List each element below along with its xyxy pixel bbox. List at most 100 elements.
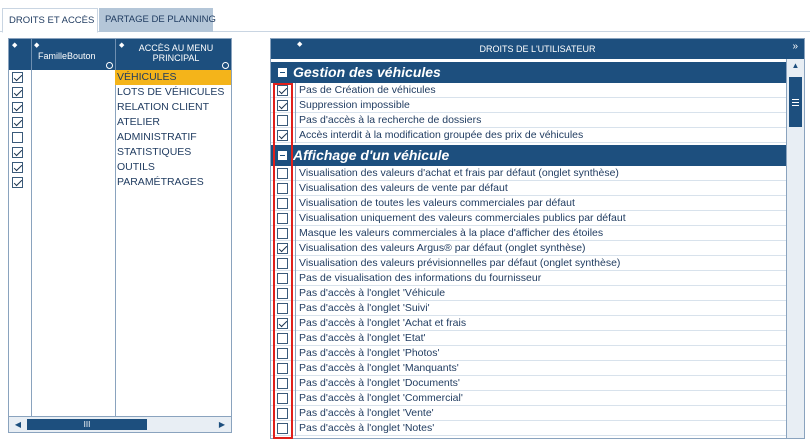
right-checkbox[interactable]	[277, 100, 288, 111]
menu-row-vehicules[interactable]: VÉHICULES	[9, 70, 231, 85]
menu-row-label: OUTILS	[117, 161, 155, 173]
section-header-affichage-dun-vehicule[interactable]: Affichage d'un véhicule	[271, 145, 786, 166]
checkbox-column-header[interactable]: ◆	[9, 39, 31, 70]
cell-divider	[295, 98, 296, 113]
tab-droits-et-acces[interactable]: DROITS ET ACCÈS	[2, 8, 98, 33]
right-checkbox[interactable]	[277, 378, 288, 389]
right-checkbox[interactable]	[277, 288, 288, 299]
menu-access-grid-body: VÉHICULES LOTS DE VÉHICULES RELATION CLI…	[9, 70, 231, 416]
horizontal-scrollbar[interactable]: ◀ III ▶	[9, 416, 231, 432]
right-row[interactable]: Visualisation de toutes les valeurs comm…	[271, 196, 786, 211]
right-checkbox[interactable]	[277, 213, 288, 224]
right-row[interactable]: Pas d'accès à l'onglet 'Documents'	[271, 376, 786, 391]
menu-row-outils[interactable]: OUTILS	[9, 160, 231, 175]
menu-row-checkbox[interactable]	[12, 147, 23, 158]
vertical-scrollbar[interactable]: ▲	[786, 59, 804, 438]
right-label: Pas d'accès à l'onglet 'Véhicule	[299, 287, 446, 299]
right-checkbox[interactable]	[277, 115, 288, 126]
filter-search-icon[interactable]	[222, 62, 229, 69]
right-row[interactable]: Pas d'accès à l'onglet 'Etat'	[271, 331, 786, 346]
right-row[interactable]: Masque les valeurs commerciales à la pla…	[271, 226, 786, 241]
cell-divider	[295, 166, 296, 181]
right-label: Visualisation des valeurs Argus® par déf…	[299, 242, 586, 254]
right-label: Visualisation des valeurs de vente par d…	[299, 182, 508, 194]
right-row[interactable]: Pas d'accès à l'onglet 'Achat et frais	[271, 316, 786, 331]
right-row[interactable]: Pas d'accès à l'onglet 'Suivi'	[271, 301, 786, 316]
menu-row-atelier[interactable]: ATELIER	[9, 115, 231, 130]
sort-icon[interactable]: ◆	[34, 41, 39, 49]
right-checkbox[interactable]	[277, 258, 288, 269]
page: DROITS ET ACCÈS PARTAGE DE PLANNING ◆ ◆ …	[0, 0, 810, 439]
right-row[interactable]: Suppression impossible	[271, 98, 786, 113]
right-row[interactable]: Pas d'accès à la recherche de dossiers	[271, 113, 786, 128]
right-row[interactable]: Visualisation des valeurs de vente par d…	[271, 181, 786, 196]
menu-row-checkbox[interactable]	[12, 72, 23, 83]
right-row[interactable]: Visualisation uniquement des valeurs com…	[271, 211, 786, 226]
menu-row-checkbox[interactable]	[12, 162, 23, 173]
right-checkbox[interactable]	[277, 423, 288, 434]
right-row[interactable]: Visualisation des valeurs prévisionnelle…	[271, 256, 786, 271]
right-checkbox[interactable]	[277, 348, 288, 359]
section-title: Affichage d'un véhicule	[293, 147, 450, 163]
right-row[interactable]: Pas d'accès à l'onglet 'Véhicule	[271, 286, 786, 301]
right-label: Pas d'accès à l'onglet 'Commercial'	[299, 392, 463, 404]
cell-divider	[295, 241, 296, 256]
famille-bouton-column-header[interactable]: ◆ FamilleBouton	[31, 39, 115, 70]
collapse-section-icon[interactable]	[278, 151, 287, 160]
right-checkbox[interactable]	[277, 273, 288, 284]
right-label: Pas d'accès à la recherche de dossiers	[299, 114, 482, 126]
menu-row-checkbox[interactable]	[12, 177, 23, 188]
collapse-all-icon[interactable]: »	[792, 41, 798, 52]
menu-row-checkbox[interactable]	[12, 102, 23, 113]
menu-row-administratif[interactable]: ADMINISTRATIF	[9, 130, 231, 145]
scroll-left-icon[interactable]: ◀	[11, 418, 25, 431]
right-checkbox[interactable]	[277, 363, 288, 374]
right-checkbox[interactable]	[277, 303, 288, 314]
menu-row-lots-de-vehicules[interactable]: LOTS DE VÉHICULES	[9, 85, 231, 100]
menu-row-parametrages[interactable]: PARAMÉTRAGES	[9, 175, 231, 190]
right-checkbox[interactable]	[277, 183, 288, 194]
right-row[interactable]: Pas de visualisation des informations du…	[271, 271, 786, 286]
right-checkbox[interactable]	[277, 228, 288, 239]
acces-menu-column-header[interactable]: ◆ ACCÈS AU MENU PRINCIPAL	[115, 39, 231, 70]
right-row[interactable]: Accès interdit à la modification groupée…	[271, 128, 786, 143]
right-checkbox[interactable]	[277, 393, 288, 404]
right-row[interactable]: Pas d'accès à l'onglet 'Vente'	[271, 406, 786, 421]
filter-search-icon[interactable]	[106, 62, 113, 69]
menu-row-checkbox[interactable]	[12, 132, 23, 143]
right-checkbox[interactable]	[277, 130, 288, 141]
right-checkbox[interactable]	[277, 85, 288, 96]
right-row[interactable]: Visualisation des valeurs Argus® par déf…	[271, 241, 786, 256]
right-row[interactable]: Visualisation des valeurs d'achat et fra…	[271, 166, 786, 181]
sort-icon[interactable]: ◆	[119, 41, 124, 49]
menu-row-label: VÉHICULES	[117, 71, 177, 83]
tab-partage-de-planning[interactable]: PARTAGE DE PLANNING	[99, 8, 216, 32]
right-row[interactable]: Pas d'accès à l'onglet 'Notes'	[271, 421, 786, 436]
sort-icon[interactable]: ◆	[12, 41, 17, 49]
right-checkbox[interactable]	[277, 318, 288, 329]
menu-row-checkbox[interactable]	[12, 87, 23, 98]
scroll-right-icon[interactable]: ▶	[215, 418, 229, 431]
right-checkbox[interactable]	[277, 168, 288, 179]
menu-row-statistiques[interactable]: STATISTIQUES	[9, 145, 231, 160]
menu-row-checkbox[interactable]	[12, 117, 23, 128]
right-row[interactable]: Pas d'accès à l'onglet 'Commercial'	[271, 391, 786, 406]
right-checkbox[interactable]	[277, 198, 288, 209]
right-checkbox[interactable]	[277, 408, 288, 419]
right-row[interactable]: Pas d'accès à l'onglet 'Manquants'	[271, 361, 786, 376]
cell-divider	[295, 301, 296, 316]
right-row[interactable]: Pas de Création de véhicules	[271, 83, 786, 98]
right-checkbox[interactable]	[277, 333, 288, 344]
scroll-thumb[interactable]	[789, 77, 802, 127]
collapse-section-icon[interactable]	[278, 68, 287, 77]
section-header-gestion-des-vehicules[interactable]: Gestion des véhicules	[271, 62, 786, 83]
right-label: Pas de visualisation des informations du…	[299, 272, 542, 284]
scroll-up-icon[interactable]: ▲	[789, 61, 802, 74]
scroll-thumb[interactable]: III	[27, 419, 147, 430]
right-checkbox[interactable]	[277, 243, 288, 254]
right-label: Visualisation de toutes les valeurs comm…	[299, 197, 575, 209]
menu-row-relation-client[interactable]: RELATION CLIENT	[9, 100, 231, 115]
cell-divider	[295, 286, 296, 301]
right-row[interactable]: Pas d'accès à l'onglet 'Photos'	[271, 346, 786, 361]
right-label: Visualisation des valeurs prévisionnelle…	[299, 257, 621, 269]
